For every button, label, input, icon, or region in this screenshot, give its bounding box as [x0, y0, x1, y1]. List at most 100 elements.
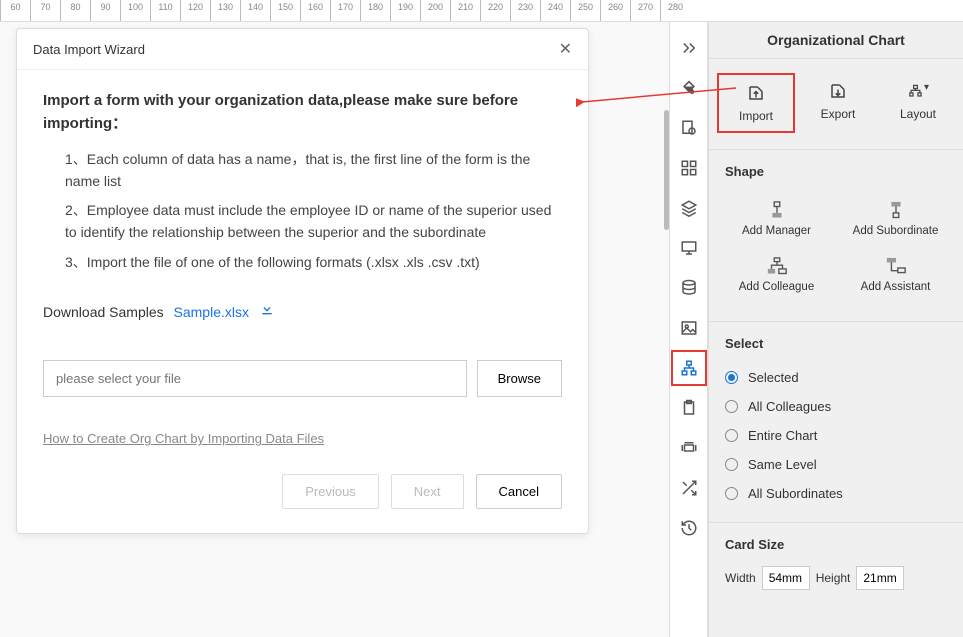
page-settings-icon[interactable]: [671, 110, 707, 146]
select-radio-option[interactable]: All Colleagues: [725, 392, 947, 421]
download-samples-label: Download Samples: [43, 304, 164, 320]
ruler-tick: 100: [120, 0, 150, 21]
file-path-input[interactable]: [43, 360, 467, 397]
shape-label: Add Manager: [742, 225, 811, 237]
right-panel: Organizational Chart Import Export ▾ Lay…: [708, 22, 963, 637]
height-label: Height: [816, 571, 851, 585]
radio-icon: [725, 429, 738, 442]
import-button[interactable]: Import: [717, 73, 795, 133]
dialog-title: Data Import Wizard: [33, 42, 145, 57]
ruler-tick: 130: [210, 0, 240, 21]
ruler-tick: 150: [270, 0, 300, 21]
select-radio-option[interactable]: All Subordinates: [725, 479, 947, 508]
ruler-tick: 160: [300, 0, 330, 21]
add-subordinate-button[interactable]: Add Subordinate: [836, 191, 955, 247]
instruction-item: 1、Each column of data has a name，that is…: [65, 149, 562, 192]
subordinate-shape-icon: [885, 201, 907, 219]
ruler-tick: 110: [150, 0, 180, 21]
ruler-tick: 60: [0, 0, 30, 21]
ruler-tick: 80: [60, 0, 90, 21]
import-label: Import: [739, 109, 773, 123]
collapse-panel-icon[interactable]: [671, 30, 707, 66]
layers-icon[interactable]: [671, 190, 707, 226]
database-icon[interactable]: [671, 270, 707, 306]
fill-icon[interactable]: [671, 70, 707, 106]
instruction-item: 3、Import the file of one of the followin…: [65, 252, 562, 274]
presentation-icon[interactable]: [671, 230, 707, 266]
export-icon: [828, 81, 848, 101]
radio-label: All Colleagues: [748, 399, 831, 414]
ruler-tick: 260: [600, 0, 630, 21]
export-label: Export: [821, 107, 856, 121]
radio-label: Entire Chart: [748, 428, 817, 443]
instruction-item: 2、Employee data must include the employe…: [65, 200, 562, 243]
colleague-shape-icon: [766, 257, 788, 275]
height-input[interactable]: [856, 566, 904, 590]
export-button[interactable]: Export: [801, 73, 875, 133]
radio-icon: [725, 458, 738, 471]
width-label: Width: [725, 571, 756, 585]
canvas-scrollbar[interactable]: [664, 110, 669, 230]
history-icon[interactable]: [671, 510, 707, 546]
ruler-tick: 140: [240, 0, 270, 21]
import-icon: [746, 83, 766, 103]
layout-icon: ▾: [908, 81, 928, 101]
shape-label: Add Colleague: [739, 281, 814, 293]
grid-icon[interactable]: [671, 150, 707, 186]
select-radio-option[interactable]: Same Level: [725, 450, 947, 479]
browse-button[interactable]: Browse: [477, 360, 562, 397]
select-radio-option[interactable]: Selected: [725, 363, 947, 392]
add-manager-button[interactable]: Add Manager: [717, 191, 836, 247]
cardsize-section-header: Card Size: [709, 527, 963, 558]
sample-download-link[interactable]: Sample.xlsx: [174, 304, 249, 320]
dialog-intro: Import a form with your organization dat…: [43, 90, 562, 135]
close-icon[interactable]: ✕: [559, 39, 572, 59]
shape-label: Add Assistant: [861, 281, 931, 293]
ruler-tick: 170: [330, 0, 360, 21]
vertical-toolbar: [670, 22, 708, 637]
download-icon[interactable]: [259, 301, 275, 320]
dimensions-icon[interactable]: [671, 430, 707, 466]
shape-label: Add Subordinate: [853, 225, 939, 237]
data-import-wizard-dialog: Data Import Wizard ✕ Import a form with …: [16, 28, 589, 534]
radio-icon: [725, 400, 738, 413]
previous-button: Previous: [282, 474, 379, 509]
horizontal-ruler: 6070809010011012013014015016017018019020…: [0, 0, 963, 22]
select-radio-option[interactable]: Entire Chart: [725, 421, 947, 450]
help-link[interactable]: How to Create Org Chart by Importing Dat…: [43, 431, 324, 446]
next-button: Next: [391, 474, 464, 509]
ruler-tick: 230: [510, 0, 540, 21]
ruler-tick: 200: [420, 0, 450, 21]
panel-title: Organizational Chart: [709, 22, 963, 59]
shuffle-icon[interactable]: [671, 470, 707, 506]
clipboard-icon[interactable]: [671, 390, 707, 426]
radio-icon: [725, 371, 738, 384]
shape-section-header: Shape: [709, 154, 963, 185]
ruler-tick: 220: [480, 0, 510, 21]
assistant-shape-icon: [885, 257, 907, 275]
add-assistant-button[interactable]: Add Assistant: [836, 247, 955, 303]
cancel-button[interactable]: Cancel: [476, 474, 562, 509]
ruler-tick: 90: [90, 0, 120, 21]
ruler-tick: 120: [180, 0, 210, 21]
layout-button[interactable]: ▾ Layout: [881, 73, 955, 133]
ruler-tick: 180: [360, 0, 390, 21]
add-colleague-button[interactable]: Add Colleague: [717, 247, 836, 303]
ruler-tick: 250: [570, 0, 600, 21]
width-input[interactable]: [762, 566, 810, 590]
ruler-tick: 270: [630, 0, 660, 21]
radio-label: All Subordinates: [748, 486, 843, 501]
image-icon[interactable]: [671, 310, 707, 346]
ruler-tick: 190: [390, 0, 420, 21]
instructions-list: 1、Each column of data has a name，that is…: [43, 149, 562, 273]
ruler-tick: 70: [30, 0, 60, 21]
radio-label: Same Level: [748, 457, 817, 472]
ruler-tick: 280: [660, 0, 690, 21]
orgchart-icon[interactable]: [671, 350, 707, 386]
ruler-tick: 210: [450, 0, 480, 21]
select-section-header: Select: [709, 326, 963, 357]
radio-label: Selected: [748, 370, 799, 385]
layout-label: Layout: [900, 107, 936, 121]
radio-icon: [725, 487, 738, 500]
manager-shape-icon: [766, 201, 788, 219]
